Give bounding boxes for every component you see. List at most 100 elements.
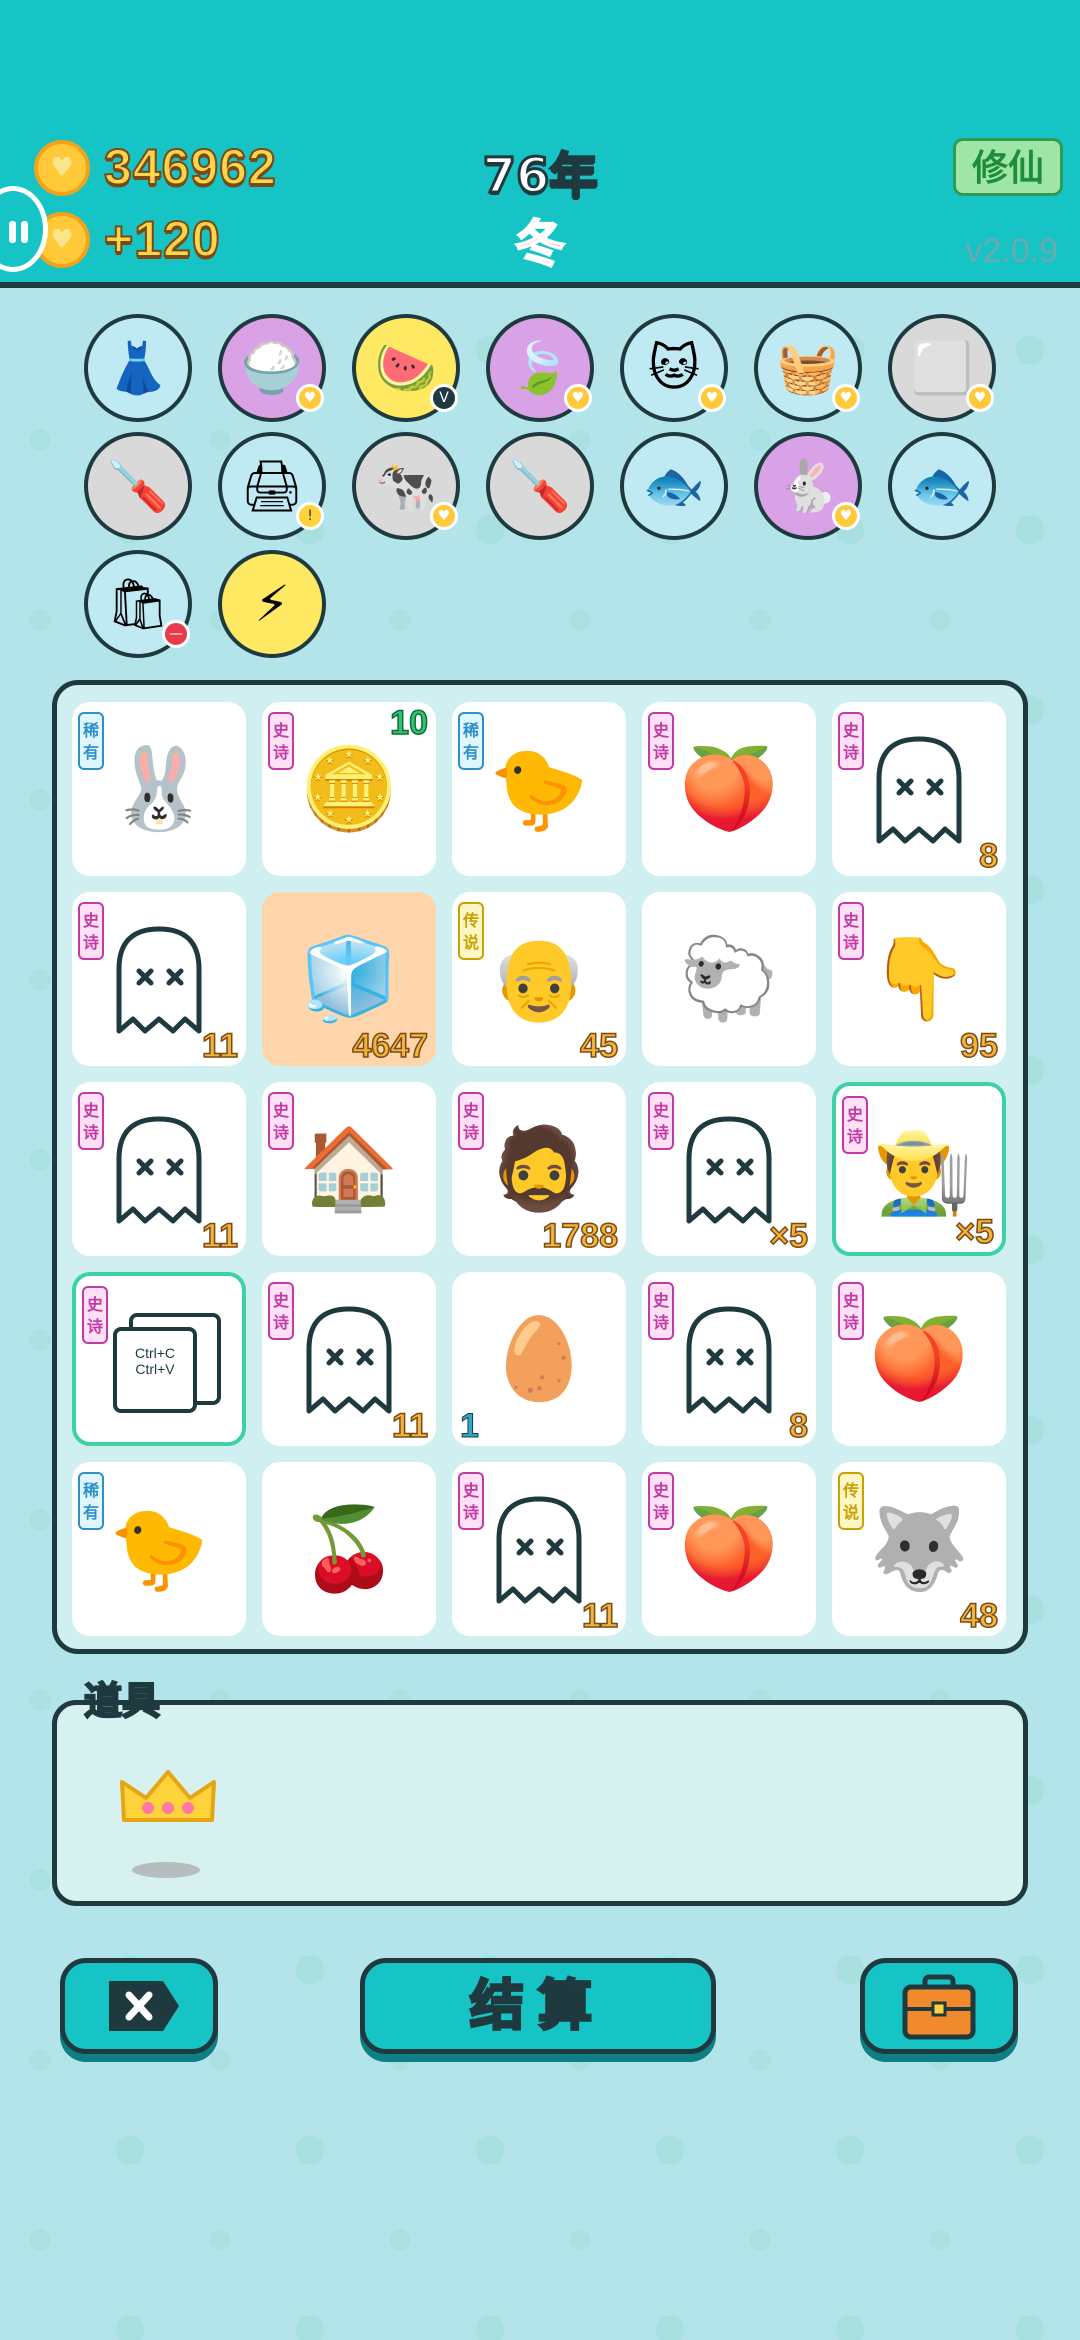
- board-cell[interactable]: 🧔 史诗 1788: [452, 1082, 626, 1256]
- skirt-icon[interactable]: 👗: [84, 314, 192, 422]
- board-cell[interactable]: 🥚 1: [452, 1272, 626, 1446]
- cat-icon[interactable]: 🐱 ♥: [620, 314, 728, 422]
- screwdriver-icon[interactable]: 🪛: [486, 432, 594, 540]
- cancel-button[interactable]: [60, 1958, 218, 2054]
- rarity-tag: 史诗: [648, 1092, 674, 1150]
- cell-count: 8: [978, 836, 998, 876]
- rarity-tag: 史诗: [838, 712, 864, 770]
- rarity-tag: 史诗: [268, 1092, 294, 1150]
- board-cell[interactable]: 史诗 ×5: [642, 1082, 816, 1256]
- board-cell[interactable]: 👨‍🌾 史诗 ×5: [832, 1082, 1006, 1256]
- cell-count: 11: [201, 1026, 238, 1066]
- year-label: 76年: [481, 147, 599, 206]
- coin-total: 346962: [103, 138, 277, 196]
- board-cell[interactable]: 🍒: [262, 1462, 436, 1636]
- rabbit-icon[interactable]: 🐇 ♥: [754, 432, 862, 540]
- heart-badge-icon: ♥: [698, 384, 726, 412]
- board-cell[interactable]: 🐑: [642, 892, 816, 1066]
- top-bar: ♥ 346962 ♥ +120 76年 冬 修仙 v2.0.9: [0, 0, 1080, 288]
- board-cell[interactable]: 🐤 稀有: [72, 1462, 246, 1636]
- crown-icon[interactable]: [118, 1768, 218, 1826]
- season-label: 冬: [514, 214, 566, 274]
- fish-bowl-icon[interactable]: 🐟: [620, 432, 728, 540]
- rarity-tag: 传说: [458, 902, 484, 960]
- v-badge-icon: V: [430, 384, 458, 412]
- version-label: v2.0.9: [965, 232, 1058, 270]
- income-amount: +120: [103, 210, 221, 268]
- xiuxian-mode-button[interactable]: 修仙: [953, 138, 1063, 196]
- heart-badge-icon: ♥: [564, 384, 592, 412]
- board-cell[interactable]: 🍑 史诗: [642, 702, 816, 876]
- cell-count: 1: [460, 1407, 480, 1446]
- sheep-icon: 🐑: [679, 932, 779, 1025]
- warning-badge-icon: !: [296, 502, 324, 530]
- heart-badge-icon: ♥: [832, 384, 860, 412]
- cell-count: 11: [391, 1406, 428, 1446]
- remove-badge-icon: —: [162, 620, 190, 648]
- lightning-icon[interactable]: ⚡: [218, 550, 326, 658]
- rarity-tag: 史诗: [458, 1472, 484, 1530]
- board-cell[interactable]: 史诗 11: [72, 892, 246, 1066]
- heart-badge-icon: ♥: [966, 384, 994, 412]
- screwdriver-icon[interactable]: 🪛: [84, 432, 192, 540]
- backpack-button[interactable]: [860, 1958, 1018, 2054]
- cell-count: 8: [788, 1406, 808, 1446]
- coin-icon: ♥: [34, 140, 90, 196]
- board-cell[interactable]: 史诗 8: [642, 1272, 816, 1446]
- heart-badge-icon: ♥: [430, 502, 458, 530]
- board-cell[interactable]: 🍑 史诗: [642, 1462, 816, 1636]
- cell-count: 11: [581, 1596, 618, 1636]
- rarity-tag: 稀有: [78, 1472, 104, 1530]
- board-cell[interactable]: 史诗 11: [72, 1082, 246, 1256]
- rarity-tag: 史诗: [78, 1092, 104, 1150]
- cell-count: 45: [579, 1026, 618, 1066]
- board-cell[interactable]: 🧊 4647: [262, 892, 436, 1066]
- board-cell[interactable]: 🍑 史诗: [832, 1272, 1006, 1446]
- rarity-tag: 史诗: [838, 902, 864, 960]
- board-cell[interactable]: 史诗 11: [452, 1462, 626, 1636]
- crown-shadow: [132, 1862, 200, 1878]
- board-cell[interactable]: 🪙 史诗 10: [262, 702, 436, 876]
- board-cell[interactable]: 👇 史诗 95: [832, 892, 1006, 1066]
- board-cell[interactable]: Ctrl+C Ctrl+V 史诗: [72, 1272, 246, 1446]
- cell-count: 48: [959, 1596, 998, 1636]
- rarity-tag: 稀有: [78, 712, 104, 770]
- rarity-tag: 史诗: [78, 902, 104, 960]
- fruit-basket-icon[interactable]: 🧺 ♥: [754, 314, 862, 422]
- board-cell[interactable]: 🐺 传说 48: [832, 1462, 1006, 1636]
- cell-count: 1788: [542, 1216, 619, 1256]
- rarity-tag: 史诗: [268, 712, 294, 770]
- settle-label: 结算: [469, 1973, 606, 2039]
- board-cell[interactable]: 史诗 11: [262, 1272, 436, 1446]
- board-cell[interactable]: 史诗 8: [832, 702, 1006, 876]
- settle-button[interactable]: 结算: [360, 1958, 716, 2054]
- cherry-icon: 🍒: [299, 1502, 399, 1595]
- rarity-tag: 史诗: [648, 712, 674, 770]
- close-icon: [109, 1981, 179, 2031]
- rarity-tag: 传说: [838, 1472, 864, 1530]
- cell-count: ×5: [768, 1216, 808, 1256]
- rarity-tag: 史诗: [458, 1092, 484, 1150]
- briefcase-icon: [902, 1974, 976, 2040]
- paste-text: Ctrl+V: [135, 1361, 175, 1377]
- rarity-tag: 史诗: [82, 1286, 108, 1344]
- board-cell[interactable]: 🏠 史诗: [262, 1082, 436, 1256]
- cell-count: 95: [959, 1026, 998, 1066]
- leaf-icon[interactable]: 🍃 ♥: [486, 314, 594, 422]
- rarity-tag: 史诗: [648, 1472, 674, 1530]
- cow-pair-icon[interactable]: 🐄 ♥: [352, 432, 460, 540]
- board-cell[interactable]: 🐰 稀有: [72, 702, 246, 876]
- rice-bowl-icon[interactable]: 🍚 ♥: [218, 314, 326, 422]
- trash-bag-icon[interactable]: 🛍 —: [84, 550, 192, 658]
- printer-icon[interactable]: 🖨!: [218, 432, 326, 540]
- sugar-cubes-icon[interactable]: ⬜ ♥: [888, 314, 996, 422]
- rarity-tag: 史诗: [842, 1096, 868, 1154]
- heart-badge-icon: ♥: [296, 384, 324, 412]
- rarity-tag: 稀有: [458, 712, 484, 770]
- fish-bowl-icon[interactable]: 🐟: [888, 432, 996, 540]
- board-cell[interactable]: 👴 传说 45: [452, 892, 626, 1066]
- cell-count: 4647: [352, 1026, 429, 1066]
- copy-text: Ctrl+C: [134, 1345, 176, 1361]
- fruit-platter-icon[interactable]: 🍉 V: [352, 314, 460, 422]
- board-cell[interactable]: 🐤 稀有: [452, 702, 626, 876]
